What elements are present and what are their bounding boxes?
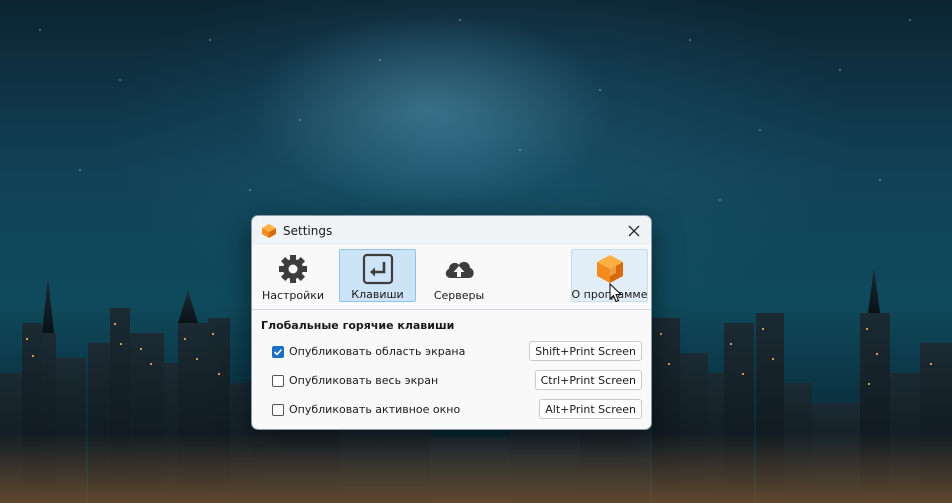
shortcut-field-active-window[interactable]: Alt+Print Screen <box>539 399 642 419</box>
close-icon <box>628 225 640 237</box>
checkbox-fullscreen[interactable] <box>272 374 284 387</box>
tab-servers-label: Серверы <box>433 289 485 302</box>
tab-about[interactable]: О программе <box>571 249 648 302</box>
hotkey-row-fullscreen: Опубликовать весь экран Ctrl+Print Scree… <box>261 366 642 395</box>
tab-settings[interactable]: Настройки <box>258 249 328 302</box>
checkbox-active-window[interactable] <box>272 403 284 416</box>
tab-hotkeys[interactable]: Клавиши <box>339 249 416 302</box>
tab-about-label: О программе <box>571 288 648 301</box>
tab-servers[interactable]: Серверы <box>428 249 490 302</box>
section-title: Глобальные горячие клавиши <box>261 319 455 332</box>
checkmark-icon <box>273 348 283 356</box>
shortcut-field-fullscreen[interactable]: Ctrl+Print Screen <box>534 370 642 390</box>
hotkey-row-active-window: Опубликовать активное окно Alt+Print Scr… <box>261 395 642 424</box>
enter-key-icon <box>362 253 393 285</box>
tab-settings-label: Настройки <box>261 289 325 302</box>
close-button[interactable] <box>623 220 645 242</box>
tab-hotkeys-label: Клавиши <box>351 288 404 301</box>
settings-toolbar: Настройки Клавиши Серверы О программе <box>252 245 651 310</box>
hotkeys-panel: Глобальные горячие клавиши Опубликовать … <box>252 310 651 424</box>
hotkey-row-region: Опубликовать область экрана Shift+Print … <box>261 337 642 366</box>
shortcut-field-region[interactable]: Shift+Print Screen <box>529 341 642 361</box>
orange-cube-icon <box>262 223 276 238</box>
cloud-upload-icon <box>445 261 474 278</box>
title-bar[interactable]: Settings <box>252 216 651 245</box>
hotkey-label-region: Опубликовать область экрана <box>289 345 466 358</box>
hotkey-label-fullscreen: Опубликовать весь экран <box>289 374 439 387</box>
hotkey-label-active-window: Опубликовать активное окно <box>289 403 461 416</box>
settings-window: Settings Настройки Клавиши Серверы О про… <box>251 215 652 430</box>
window-title: Settings <box>283 223 333 238</box>
checkbox-region[interactable] <box>272 345 284 358</box>
orange-cube-icon <box>596 255 623 283</box>
gear-icon <box>279 255 307 283</box>
